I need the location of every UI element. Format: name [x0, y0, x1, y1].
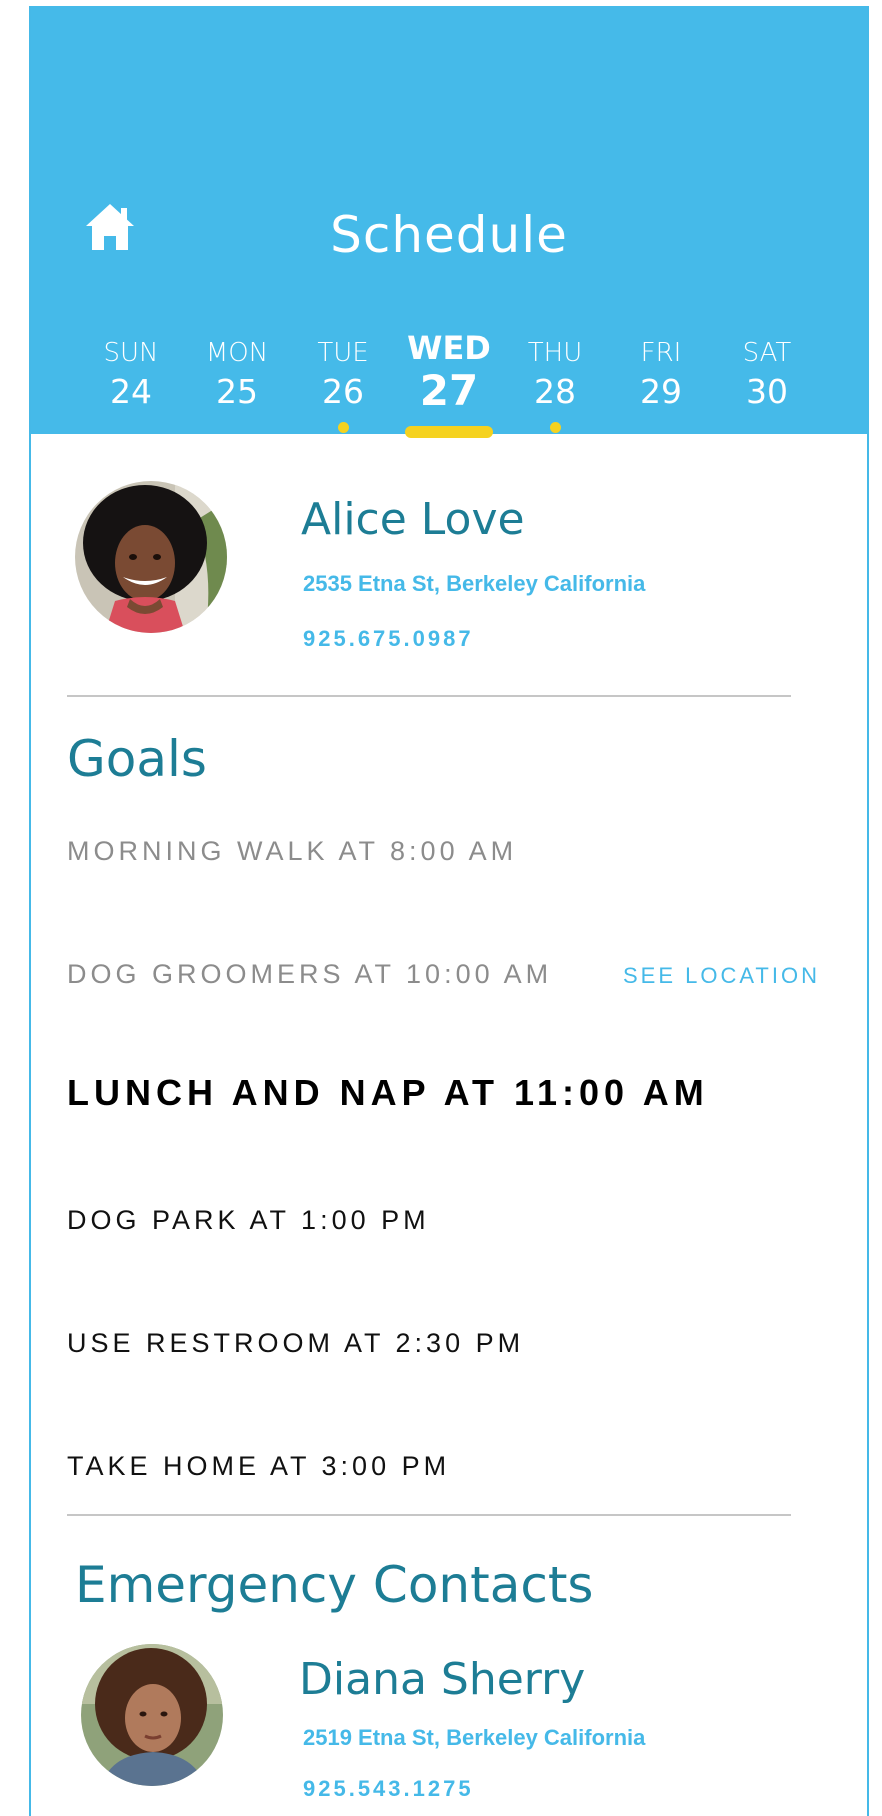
- day-name: TUE: [317, 338, 369, 368]
- app-frame: Schedule SUN 24 MON 25 TUE 26 WED 27 THU: [29, 6, 869, 1816]
- day-name: WED: [407, 329, 491, 367]
- goal-item[interactable]: DOG PARK AT 1:00 PM: [67, 1205, 430, 1236]
- goal-item[interactable]: TAKE HOME AT 3:00 PM: [67, 1451, 450, 1482]
- goal-item[interactable]: USE RESTROOM AT 2:30 PM: [67, 1328, 524, 1359]
- day-number: 25: [216, 372, 258, 411]
- contact-address[interactable]: 2519 Etna St, Berkeley California: [303, 1725, 645, 1751]
- day-thu[interactable]: THU 28: [502, 336, 608, 433]
- day-name: SUN: [103, 338, 159, 368]
- day-mon[interactable]: MON 25: [184, 336, 290, 416]
- goal-item[interactable]: MORNING WALK AT 8:00 AM: [67, 836, 517, 867]
- week-day-selector: SUN 24 MON 25 TUE 26 WED 27 THU 28 FRI 2…: [78, 330, 820, 438]
- day-number: 30: [746, 372, 788, 411]
- goals-title: Goals: [67, 730, 207, 788]
- goal-item[interactable]: DOG GROOMERS AT 10:00 AM: [67, 959, 552, 990]
- divider: [67, 1514, 791, 1516]
- contact-name: Diana Sherry: [299, 1654, 586, 1705]
- contact-avatar[interactable]: [81, 1644, 223, 1786]
- day-tue[interactable]: TUE 26: [290, 336, 396, 433]
- day-fri[interactable]: FRI 29: [608, 336, 714, 416]
- event-dot: [550, 422, 561, 433]
- schedule-header: Schedule SUN 24 MON 25 TUE 26 WED 27 THU: [31, 6, 867, 438]
- day-number: 29: [640, 372, 682, 411]
- day-name: THU: [527, 338, 583, 368]
- client-avatar[interactable]: [75, 481, 227, 633]
- emergency-contacts-title: Emergency Contacts: [75, 1556, 594, 1614]
- divider: [67, 695, 791, 697]
- day-name: MON: [205, 338, 269, 368]
- contact-phone[interactable]: 925.543.1275: [303, 1776, 474, 1802]
- day-name: SAT: [742, 338, 792, 368]
- day-wed[interactable]: WED 27: [396, 330, 502, 438]
- event-dot: [338, 422, 349, 433]
- day-sun[interactable]: SUN 24: [78, 336, 184, 416]
- client-name: Alice Love: [301, 494, 525, 545]
- day-name: FRI: [640, 338, 682, 368]
- day-number: 28: [534, 372, 576, 411]
- day-sat[interactable]: SAT 30: [714, 336, 820, 416]
- client-phone[interactable]: 925.675.0987: [303, 626, 474, 652]
- day-number: 26: [322, 372, 364, 411]
- day-number: 27: [419, 366, 479, 415]
- goal-item-current[interactable]: LUNCH AND NAP AT 11:00 AM: [67, 1072, 709, 1114]
- page-title: Schedule: [330, 206, 568, 264]
- see-location-link[interactable]: SEE LOCATION: [623, 963, 820, 989]
- client-address[interactable]: 2535 Etna St, Berkeley California: [303, 571, 645, 597]
- active-day-indicator: [405, 426, 493, 438]
- day-number: 24: [110, 372, 152, 411]
